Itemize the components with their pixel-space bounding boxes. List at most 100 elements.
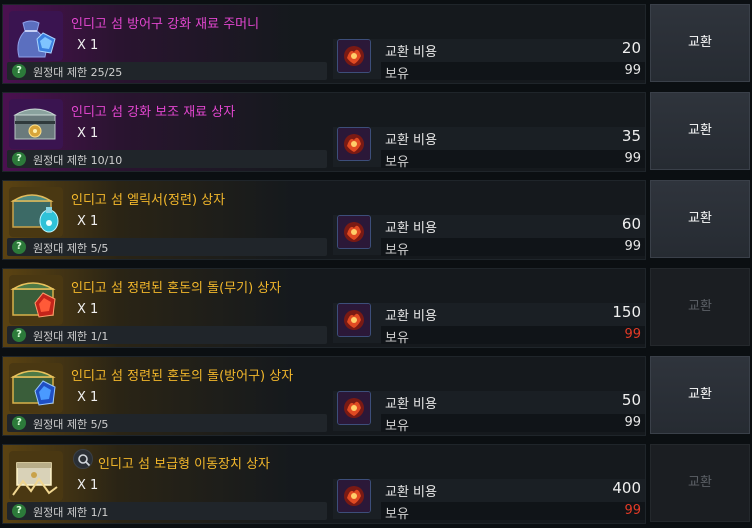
limit-value: 25/25 (90, 66, 123, 79)
expedition-limit-bar: ? 원정대 제한 5/5 (7, 238, 327, 256)
red-gem-chest-icon[interactable] (9, 275, 63, 325)
limit-label: 원정대 제한 (33, 66, 88, 79)
limit-value: 5/5 (90, 242, 109, 255)
search-button[interactable] (73, 449, 93, 469)
exchange-item-row: 인디고 섬 정련된 혼돈의 돌(무기) 상자 X 1 ? 원정대 제한 1/1 … (2, 264, 750, 348)
currency-icon (337, 39, 371, 73)
mount-chest-icon[interactable] (9, 451, 63, 501)
currency-icon (337, 479, 371, 513)
limit-value: 1/1 (90, 506, 109, 519)
cost-panel: 교환 비용 20 보유 99 (333, 39, 645, 82)
item-card: 인디고 섬 강화 보조 재료 상자 X 1 ? 원정대 제한 10/10 교환 … (2, 92, 646, 172)
owned-value: 99 (624, 503, 641, 518)
expedition-limit-bar: ? 원정대 제한 5/5 (7, 414, 327, 432)
item-quantity: X 1 (77, 390, 99, 405)
expedition-limit-bar: ? 원정대 제한 1/1 (7, 326, 327, 344)
expedition-limit-bar: ? 원정대 제한 1/1 (7, 502, 327, 520)
owned-bar: 보유 99 (381, 502, 645, 522)
limit-label: 원정대 제한 (33, 418, 88, 431)
exchange-button[interactable]: 교환 (650, 180, 750, 258)
limit-value: 1/1 (90, 330, 109, 343)
item-quantity: X 1 (77, 214, 99, 229)
exchange-item-row: 인디고 섬 보급형 이동장치 상자 X 1 ? 원정대 제한 1/1 교환 비용… (2, 440, 750, 524)
owned-label: 보유 (385, 155, 409, 170)
item-name: 인디고 섬 보급형 이동장치 상자 (98, 457, 271, 472)
item-card: 인디고 섬 엘릭서(정련) 상자 X 1 ? 원정대 제한 5/5 교환 비용 … (2, 180, 646, 260)
owned-bar: 보유 99 (381, 238, 645, 258)
limit-label: 원정대 제한 (33, 154, 88, 167)
cost-value: 20 (621, 39, 641, 57)
exchange-item-row: 인디고 섬 엘릭서(정련) 상자 X 1 ? 원정대 제한 5/5 교환 비용 … (2, 176, 750, 260)
cost-label: 교환 비용 (385, 133, 437, 148)
exchange-item-row: 인디고 섬 강화 보조 재료 상자 X 1 ? 원정대 제한 10/10 교환 … (2, 88, 750, 172)
blue-gem-chest-icon[interactable] (9, 363, 63, 413)
cost-label: 교환 비용 (385, 45, 437, 60)
limit-label: 원정대 제한 (33, 506, 88, 519)
help-icon[interactable]: ? (12, 504, 26, 518)
expedition-limit-bar: ? 원정대 제한 10/10 (7, 150, 327, 168)
cost-value: 400 (612, 479, 641, 497)
limit-value: 10/10 (90, 154, 123, 167)
cost-value: 60 (621, 215, 641, 233)
exchange-button[interactable]: 교환 (650, 268, 750, 346)
help-icon[interactable]: ? (12, 416, 26, 430)
help-icon[interactable]: ? (12, 152, 26, 166)
currency-icon (337, 127, 371, 161)
owned-bar: 보유 99 (381, 326, 645, 346)
owned-label: 보유 (385, 243, 409, 258)
item-quantity: X 1 (77, 126, 99, 141)
owned-value: 99 (624, 63, 641, 78)
exchange-button[interactable]: 교환 (650, 444, 750, 522)
item-name: 인디고 섬 엘릭서(정련) 상자 (71, 193, 226, 208)
expedition-limit-bar: ? 원정대 제한 25/25 (7, 62, 327, 80)
item-card: 인디고 섬 정련된 혼돈의 돌(무기) 상자 X 1 ? 원정대 제한 1/1 … (2, 268, 646, 348)
currency-icon (337, 303, 371, 337)
limit-label: 원정대 제한 (33, 330, 88, 343)
item-quantity: X 1 (77, 478, 99, 493)
currency-icon (337, 391, 371, 425)
owned-value: 99 (624, 327, 641, 342)
cost-panel: 교환 비용 50 보유 99 (333, 391, 645, 434)
exchange-button[interactable]: 교환 (650, 356, 750, 434)
cost-panel: 교환 비용 400 보유 99 (333, 479, 645, 522)
cost-panel: 교환 비용 35 보유 99 (333, 127, 645, 170)
item-card: 인디고 섬 방어구 강화 재료 주머니 X 1 ? 원정대 제한 25/25 교… (2, 4, 646, 84)
cost-value: 35 (621, 127, 641, 145)
owned-label: 보유 (385, 507, 409, 522)
pouch-icon[interactable] (9, 11, 63, 61)
exchange-item-row: 인디고 섬 방어구 강화 재료 주머니 X 1 ? 원정대 제한 25/25 교… (2, 0, 750, 84)
item-card: 인디고 섬 정련된 혼돈의 돌(방어구) 상자 X 1 ? 원정대 제한 5/5… (2, 356, 646, 436)
help-icon[interactable]: ? (12, 240, 26, 254)
item-name: 인디고 섬 강화 보조 재료 상자 (71, 105, 236, 120)
cost-value: 50 (621, 391, 641, 409)
help-icon[interactable]: ? (12, 328, 26, 342)
cost-label: 교환 비용 (385, 397, 437, 412)
item-name: 인디고 섬 정련된 혼돈의 돌(방어구) 상자 (71, 369, 294, 384)
owned-value: 99 (624, 415, 641, 430)
elixir-chest-icon[interactable] (9, 187, 63, 237)
item-quantity: X 1 (77, 302, 99, 317)
cost-label: 교환 비용 (385, 485, 437, 500)
owned-bar: 보유 99 (381, 150, 645, 170)
chest-icon[interactable] (9, 99, 63, 149)
item-name: 인디고 섬 정련된 혼돈의 돌(무기) 상자 (71, 281, 282, 296)
currency-icon (337, 215, 371, 249)
owned-value: 99 (624, 239, 641, 254)
owned-value: 99 (624, 151, 641, 166)
limit-value: 5/5 (90, 418, 109, 431)
help-icon[interactable]: ? (12, 64, 26, 78)
exchange-button[interactable]: 교환 (650, 4, 750, 82)
cost-panel: 교환 비용 150 보유 99 (333, 303, 645, 346)
owned-label: 보유 (385, 419, 409, 434)
exchange-button[interactable]: 교환 (650, 92, 750, 170)
item-quantity: X 1 (77, 38, 99, 53)
cost-panel: 교환 비용 60 보유 99 (333, 215, 645, 258)
owned-bar: 보유 99 (381, 62, 645, 82)
cost-label: 교환 비용 (385, 221, 437, 236)
item-card: 인디고 섬 보급형 이동장치 상자 X 1 ? 원정대 제한 1/1 교환 비용… (2, 444, 646, 524)
owned-bar: 보유 99 (381, 414, 645, 434)
search-icon (78, 454, 91, 467)
owned-label: 보유 (385, 67, 409, 82)
exchange-item-row: 인디고 섬 정련된 혼돈의 돌(방어구) 상자 X 1 ? 원정대 제한 5/5… (2, 352, 750, 436)
item-name: 인디고 섬 방어구 강화 재료 주머니 (71, 17, 260, 32)
